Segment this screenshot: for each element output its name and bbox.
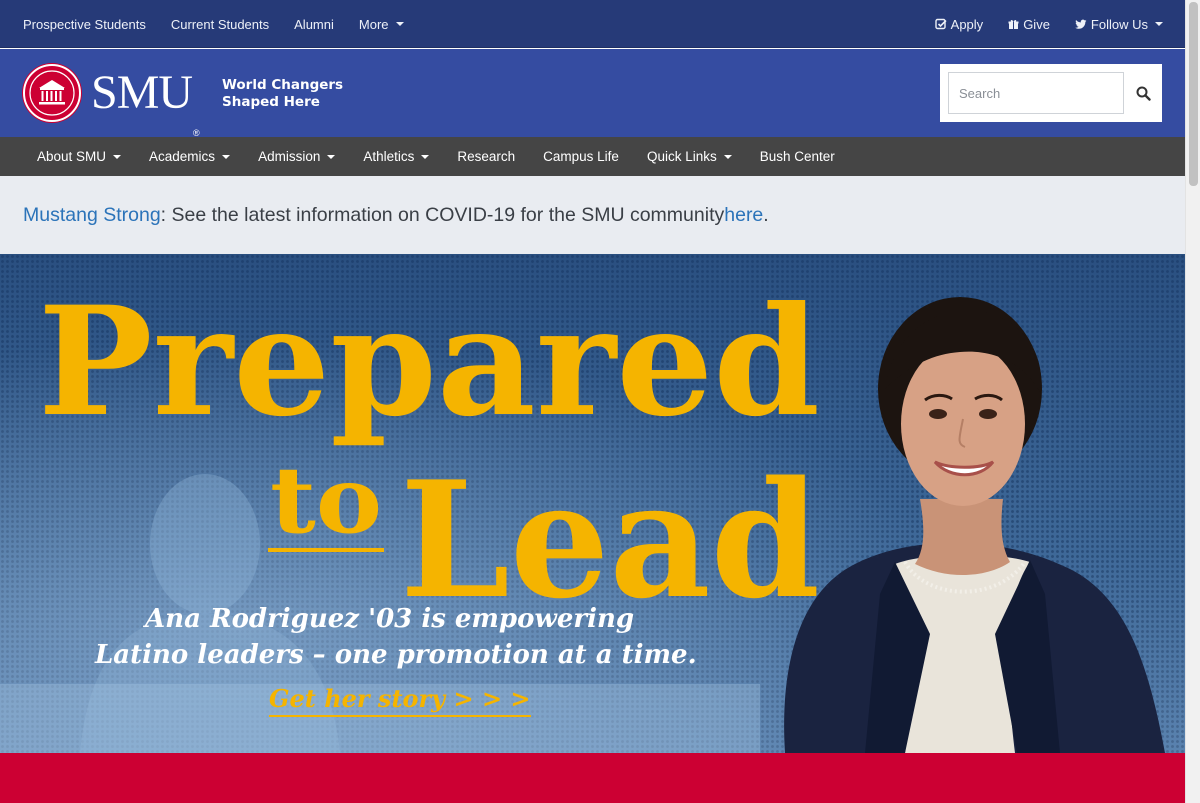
caret-down-icon — [113, 154, 122, 159]
utility-more-label: More — [358, 16, 389, 32]
caret-down-icon — [327, 154, 336, 159]
get-her-story-link[interactable]: Get her story > > > — [269, 684, 531, 717]
smu-wordmark: SMU® — [91, 65, 200, 138]
nav-research[interactable]: Research — [443, 137, 529, 176]
search-box — [940, 64, 1162, 122]
twitter-icon — [1075, 19, 1087, 29]
utility-link-prospective-students[interactable]: Prospective Students — [23, 17, 146, 32]
search-icon — [1136, 86, 1151, 101]
nav-label: About SMU — [37, 149, 107, 164]
nav-label: Athletics — [363, 149, 415, 164]
alert-period: . — [763, 203, 769, 226]
headline-to-underline — [268, 548, 384, 552]
nav-campus-life[interactable]: Campus Life — [529, 137, 633, 176]
nav-academics[interactable]: Academics — [135, 137, 244, 176]
follow-us-label: Follow Us — [1090, 16, 1148, 32]
tagline-line-2: Shaped Here — [222, 94, 320, 110]
apply-link[interactable]: Apply — [934, 16, 984, 32]
nav-label: Admission — [258, 149, 321, 164]
nav-bush-center[interactable]: Bush Center — [746, 137, 849, 176]
caret-down-icon — [395, 22, 404, 26]
caret-down-icon — [421, 154, 430, 159]
alert-message: : See the latest information on COVID-19… — [160, 203, 725, 226]
hero-subtitle-line-2: Latino leaders – one promotion at a time… — [95, 640, 697, 670]
main-nav: About SMU Academics Admission Athletics … — [0, 137, 1185, 176]
caret-down-icon — [1155, 22, 1163, 26]
utility-nav: Prospective Students Current Students Al… — [0, 0, 1185, 48]
smu-seal-icon — [23, 64, 81, 122]
nav-label: Quick Links — [646, 149, 717, 164]
caret-down-icon — [723, 154, 732, 159]
alert-here-link[interactable]: here — [724, 204, 763, 227]
nav-about-smu[interactable]: About SMU — [23, 137, 135, 176]
utility-more-dropdown[interactable]: More — [359, 17, 404, 32]
headline-prepared: Prepared — [38, 274, 820, 450]
smu-wordmark-text: SMU — [91, 66, 193, 119]
nav-admission[interactable]: Admission — [244, 137, 349, 176]
tagline-line-1: World Changers — [222, 77, 344, 93]
hero-portrait — [784, 297, 1165, 753]
utility-link-current-students[interactable]: Current Students — [171, 17, 269, 32]
hero-banner[interactable]: Prepared to Lead Ana Rodriguez '03 is em… — [0, 254, 1185, 753]
give-label: Give — [1023, 16, 1050, 32]
scrollbar-thumb[interactable] — [1189, 2, 1198, 186]
tagline: World Changers Shaped Here — [222, 77, 343, 111]
nav-athletics[interactable]: Athletics — [349, 137, 443, 176]
search-button[interactable] — [1124, 72, 1162, 114]
nav-label: Academics — [149, 149, 216, 164]
brand-header: SMU® World Changers Shaped Here — [0, 49, 1185, 138]
page-scrollbar[interactable] — [1185, 0, 1200, 803]
apply-label: Apply — [950, 16, 984, 32]
nav-quick-links[interactable]: Quick Links — [633, 137, 746, 176]
headline-to: to — [270, 446, 382, 554]
hero-subtitle-line-1: Ana Rodriguez '03 is empowering — [145, 604, 635, 634]
give-link[interactable]: Give — [1008, 17, 1050, 32]
utility-link-alumni[interactable]: Alumni — [294, 17, 334, 32]
check-square-icon — [934, 18, 947, 30]
search-input[interactable] — [948, 72, 1124, 114]
covid-alert-banner: Mustang Strong: See the latest informati… — [0, 176, 1185, 254]
red-section-band — [0, 753, 1185, 803]
page: Prospective Students Current Students Al… — [0, 0, 1185, 803]
gift-icon — [1008, 19, 1019, 29]
mustang-strong-link[interactable]: Mustang Strong — [23, 204, 161, 227]
follow-us-dropdown[interactable]: Follow Us — [1075, 17, 1163, 32]
caret-down-icon — [222, 154, 231, 159]
